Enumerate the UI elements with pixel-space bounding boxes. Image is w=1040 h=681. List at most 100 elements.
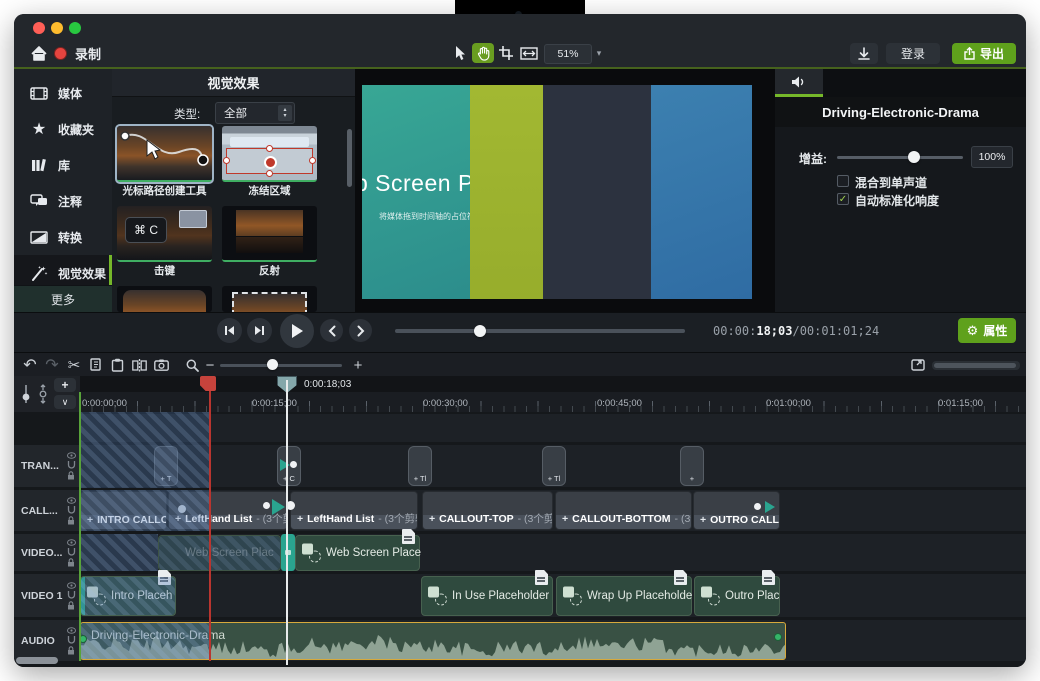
callout-clip[interactable]: +LeftHand List- (3个剪辑): [290, 491, 418, 530]
sidebar-item-media[interactable]: 媒体: [14, 75, 112, 111]
gain-slider[interactable]: [837, 156, 963, 159]
effects-scrollbar[interactable]: [347, 129, 352, 187]
preview-canvas[interactable]: b Screen Place 将媒体拖到时间轴的占位符上。: [362, 85, 752, 299]
track-header-video1[interactable]: VIDEO 1: [14, 574, 80, 617]
login-button[interactable]: 登录: [886, 43, 940, 64]
loop-icon[interactable]: [67, 636, 76, 644]
scrubber-track[interactable]: [395, 329, 685, 333]
sidebar-more-button[interactable]: 更多: [14, 285, 112, 312]
mono-checkbox[interactable]: [837, 175, 849, 187]
audio-tab[interactable]: [775, 69, 823, 97]
lock-icon[interactable]: [67, 516, 75, 525]
callout-clip[interactable]: +CALLOUT-TOP- (3个剪辑): [422, 491, 553, 530]
effect-thumb-keystrokes[interactable]: ⌘ C: [117, 206, 212, 262]
step-forward-button[interactable]: [247, 318, 272, 343]
eye-icon[interactable]: [67, 539, 76, 546]
transition-clip[interactable]: + C: [277, 446, 301, 486]
lock-icon[interactable]: [67, 558, 75, 567]
eye-icon[interactable]: [67, 497, 76, 504]
selection-end-line[interactable]: [209, 390, 211, 661]
screenshot-button[interactable]: [151, 355, 171, 375]
timeline-h-scrollbar[interactable]: [932, 361, 1020, 370]
timeline-selection-region[interactable]: [80, 412, 210, 488]
callout-clip[interactable]: +OUTRO CALLOUT: [693, 491, 780, 530]
undo-button[interactable]: ↶: [20, 355, 40, 375]
timeline-ruler[interactable]: [80, 392, 1026, 412]
paste-button[interactable]: [107, 355, 127, 375]
timeline-bottom-scrollbar[interactable]: [16, 657, 58, 664]
track-header-callouts[interactable]: CALL...: [14, 490, 80, 531]
effect-thumb-cursor-path[interactable]: [117, 126, 212, 182]
sidebar-item-library[interactable]: 库: [14, 147, 112, 183]
normalize-checkbox[interactable]: ✓: [837, 193, 849, 205]
audio-point-right[interactable]: [774, 633, 782, 641]
track-height-toggle-icon[interactable]: [20, 384, 32, 404]
timeline-zoom-thumb[interactable]: [267, 359, 278, 370]
eye-icon[interactable]: [67, 582, 76, 589]
previous-marker-button[interactable]: [320, 319, 343, 342]
video-clip[interactable]: Wrap Up Placeholde: [556, 576, 692, 616]
sidebar-item-transitions[interactable]: 转换: [14, 219, 112, 255]
transition-clip[interactable]: +: [680, 446, 704, 486]
track-header-audio[interactable]: AUDIO: [14, 620, 80, 661]
sidebar-item-favorites[interactable]: ★ 收藏夹: [14, 111, 112, 147]
properties-button[interactable]: ⚙ 属性: [958, 318, 1016, 343]
record-button[interactable]: 录制: [54, 43, 124, 63]
home-button[interactable]: [28, 43, 50, 63]
copy-button[interactable]: [86, 355, 106, 375]
play-button[interactable]: [280, 314, 314, 348]
crop-tool[interactable]: [496, 43, 516, 63]
minimize-button[interactable]: [51, 22, 63, 34]
eye-icon[interactable]: [67, 627, 76, 634]
lock-icon[interactable]: [67, 471, 75, 480]
marker-lane[interactable]: [14, 376, 1026, 392]
add-track-button[interactable]: +: [54, 378, 76, 392]
timeline-selection-region[interactable]: [80, 490, 210, 531]
loop-icon[interactable]: [67, 591, 76, 599]
split-button[interactable]: [129, 355, 149, 375]
eye-icon[interactable]: [67, 452, 76, 459]
download-button[interactable]: [850, 43, 878, 64]
track-header-video2[interactable]: VIDEO...: [14, 534, 80, 571]
cut-button[interactable]: ✂: [64, 355, 84, 375]
sidebar-item-annotations[interactable]: 注释: [14, 183, 112, 219]
transition-clip[interactable]: + Tl: [408, 446, 432, 486]
zoom-in-button[interactable]: +: [348, 355, 368, 375]
zoom-out-button[interactable]: −: [200, 355, 220, 375]
loop-icon[interactable]: [67, 506, 76, 514]
zoom-caret-icon[interactable]: ▾: [592, 43, 606, 63]
next-marker-button[interactable]: [349, 319, 372, 342]
effect-thumb-reflection[interactable]: [222, 206, 317, 262]
video-clip-dimmed[interactable]: Web Screen Plac: [158, 535, 281, 571]
transition-clip[interactable]: + Tl: [542, 446, 566, 486]
audio-clip[interactable]: Driving-Electronic-Drama: [80, 622, 786, 660]
loop-icon[interactable]: [67, 461, 76, 469]
video-clip[interactable]: In Use Placeholder: [421, 576, 553, 616]
zoom-button[interactable]: [69, 22, 81, 34]
track-lane-empty[interactable]: [80, 414, 1026, 442]
clip-trim-handle[interactable]: [281, 534, 295, 571]
track-header-transitions[interactable]: TRAN...: [14, 445, 80, 487]
gain-slider-thumb[interactable]: [908, 151, 920, 163]
cursor-tool[interactable]: [450, 43, 470, 63]
effect-thumb-freeze-region[interactable]: [222, 126, 317, 182]
video-clip[interactable]: Web Screen Place: [295, 535, 420, 571]
track-lane-video1[interactable]: [80, 574, 1026, 617]
export-button[interactable]: 导出: [952, 43, 1016, 64]
zoom-level-select[interactable]: 51%: [544, 44, 592, 64]
video-clip[interactable]: Outro Plac: [694, 576, 780, 616]
redo-button[interactable]: ↷: [42, 355, 62, 375]
scrubber-thumb[interactable]: [474, 325, 486, 337]
lock-icon[interactable]: [67, 646, 75, 655]
effect-thumb-partial-2[interactable]: [222, 286, 317, 312]
gain-value[interactable]: 100%: [971, 146, 1013, 168]
step-back-button[interactable]: [217, 318, 242, 343]
track-zoom-icon[interactable]: [36, 384, 50, 404]
effect-thumb-partial-1[interactable]: [117, 286, 212, 312]
pan-tool[interactable]: [472, 43, 494, 63]
close-button[interactable]: [33, 22, 45, 34]
timeline-zoom-slider[interactable]: [220, 364, 342, 367]
lock-icon[interactable]: [67, 601, 75, 610]
video-clip[interactable]: Intro Placeh: [80, 576, 176, 616]
loop-icon[interactable]: [67, 548, 76, 556]
